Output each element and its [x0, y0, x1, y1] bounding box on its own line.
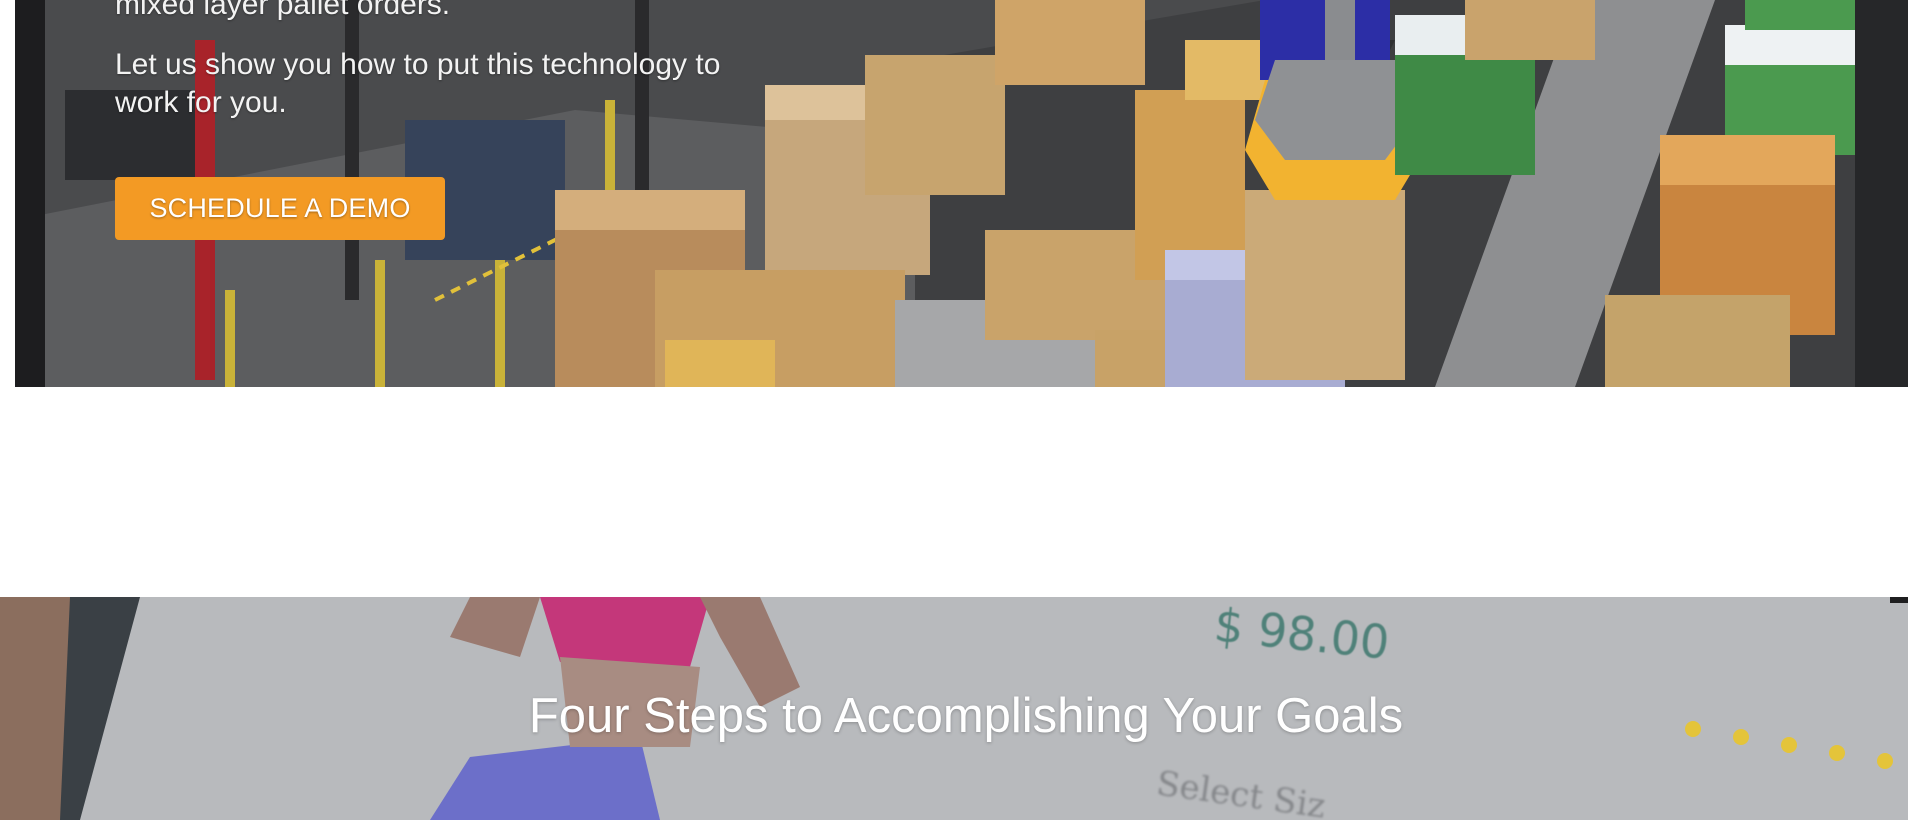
schedule-demo-button[interactable]: SCHEDULE A DEMO	[115, 177, 445, 240]
warehouse-hero: mixed layer pallet orders. Let us show y…	[15, 0, 1908, 387]
hero-copy: mixed layer pallet orders. Let us show y…	[115, 0, 795, 122]
hero-cta-text: Let us show you how to put this technolo…	[115, 48, 721, 119]
hero-partial-text: mixed layer pallet orders.	[115, 0, 451, 21]
steps-section-title: Four Steps to Accomplishing Your Goals	[528, 689, 1404, 743]
four-steps-section: $ 98.00 Select Siz Four Steps to Accompl…	[0, 597, 1908, 820]
